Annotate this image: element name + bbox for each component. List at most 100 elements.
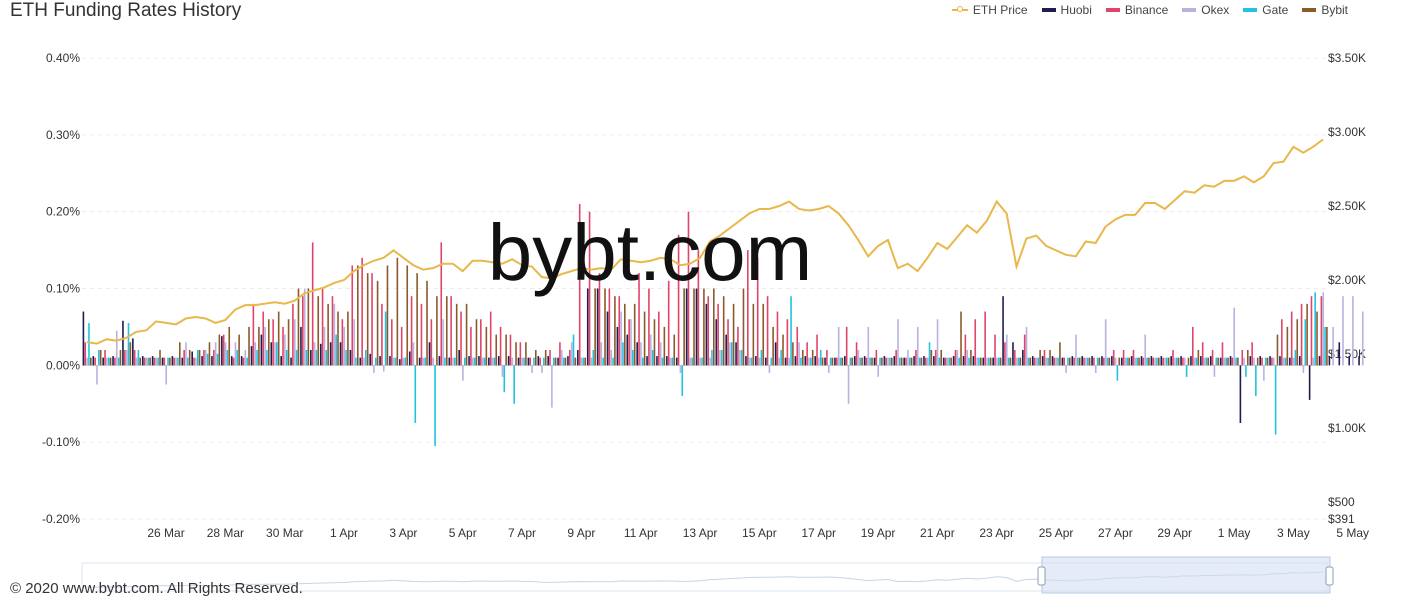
bar-gate	[1284, 357, 1287, 366]
bar-huobi	[725, 334, 727, 366]
bar-gate	[562, 357, 565, 366]
bar-bybit	[722, 296, 725, 366]
bar-huobi	[1348, 356, 1350, 366]
bar-bybit	[396, 257, 399, 366]
x-tick-label: 27 Apr	[1098, 526, 1133, 540]
bar-binance	[430, 319, 433, 366]
bar-okex	[748, 357, 751, 366]
bar-bybit	[1118, 357, 1121, 366]
bar-binance	[1023, 334, 1026, 366]
bar-okex	[284, 334, 286, 366]
bar-binance	[1142, 357, 1145, 366]
bar-gate	[1205, 357, 1208, 366]
bar-bybit	[643, 311, 646, 366]
x-tick-label: 28 Mar	[207, 526, 244, 540]
bar-okex	[323, 326, 326, 366]
bar-bybit	[139, 357, 142, 366]
bar-bybit	[920, 357, 923, 366]
bar-bybit	[337, 311, 339, 366]
bar-gate	[908, 357, 911, 366]
bar-gate	[948, 357, 951, 366]
bar-bybit	[742, 288, 745, 366]
bar-okex	[343, 326, 346, 366]
bar-huobi	[1130, 356, 1133, 366]
bar-okex	[254, 342, 257, 366]
x-tick-label: 7 Apr	[508, 526, 536, 540]
bar-gate	[1235, 357, 1237, 366]
bar-binance	[1231, 357, 1234, 366]
x-tick-label: 29 Apr	[1157, 526, 1192, 540]
bar-gate	[1166, 357, 1168, 366]
bar-huobi	[408, 351, 411, 366]
bar-gate	[859, 357, 862, 366]
bar-gate	[691, 357, 693, 366]
bar-bybit	[881, 357, 883, 366]
bar-gate	[1225, 357, 1227, 366]
bar-huobi	[1328, 356, 1331, 366]
bar-bybit	[1009, 357, 1012, 366]
bar-bybit	[129, 342, 132, 366]
bar-binance	[1241, 349, 1244, 366]
bar-binance	[964, 334, 967, 366]
bar-gate	[1175, 357, 1178, 366]
bar-binance	[766, 296, 769, 366]
bar-huobi	[399, 359, 401, 366]
bar-binance	[727, 319, 729, 366]
bar-binance	[1211, 349, 1214, 366]
bar-gate	[285, 349, 288, 366]
funding-rate-chart: 0.40% 0.30% 0.20% 0.10% 0.00% -0.10% -0.20% $3.…	[42, 51, 1369, 594]
bar-okex	[679, 365, 682, 374]
bar-okex	[1282, 357, 1285, 366]
bar-binance	[865, 357, 868, 366]
bar-okex	[729, 342, 731, 366]
bar-huobi	[428, 342, 431, 366]
bar-huobi	[458, 349, 460, 366]
bar-bybit	[109, 357, 112, 366]
bar-gate	[918, 357, 921, 366]
bar-huobi	[942, 357, 945, 366]
bar-huobi	[735, 342, 737, 366]
bar-huobi	[824, 357, 826, 366]
bar-gate	[473, 357, 476, 366]
bar-huobi	[774, 342, 777, 366]
copyright-footer: © 2020 www.bybt.com. All Rights Reserved…	[10, 580, 303, 597]
bar-gate	[503, 365, 506, 393]
bar-binance	[470, 326, 472, 366]
bar-okex	[808, 357, 810, 366]
bar-gate	[365, 349, 367, 366]
bar-binance	[173, 357, 176, 366]
bar-gate	[256, 349, 258, 366]
bar-okex	[768, 365, 771, 374]
bar-binance	[321, 288, 324, 366]
bar-huobi	[853, 356, 856, 366]
bar-okex	[640, 342, 642, 366]
y-left-tick-label: 0.20%	[46, 205, 80, 219]
bar-gate	[88, 323, 90, 366]
bar-okex	[175, 357, 177, 366]
bar-gate	[622, 342, 624, 366]
bar-gate	[572, 334, 575, 366]
bar-okex	[234, 342, 237, 366]
bar-gate	[750, 357, 753, 366]
bar-binance	[905, 357, 907, 366]
bar-okex	[1233, 307, 1236, 366]
bar-gate	[236, 349, 239, 366]
bar-gate	[1126, 357, 1129, 366]
bar-bybit	[653, 319, 656, 366]
bar-bybit	[495, 334, 498, 366]
bar-huobi	[201, 356, 203, 366]
y-left-tick-label: 0.40%	[46, 51, 80, 65]
bar-binance	[222, 334, 225, 366]
y-right-tick-label: $391	[1328, 512, 1355, 526]
bar-bybit	[851, 357, 854, 366]
x-tick-label: 25 Apr	[1039, 526, 1074, 540]
bar-binance	[1182, 357, 1184, 366]
bar-gate	[928, 342, 931, 366]
bar-binance	[252, 303, 255, 366]
bar-bybit	[357, 265, 359, 366]
bar-huobi	[567, 356, 569, 366]
bar-huobi	[695, 288, 698, 366]
bar-huobi	[310, 349, 312, 366]
bar-huobi	[468, 356, 470, 366]
bar-bybit	[891, 357, 893, 366]
